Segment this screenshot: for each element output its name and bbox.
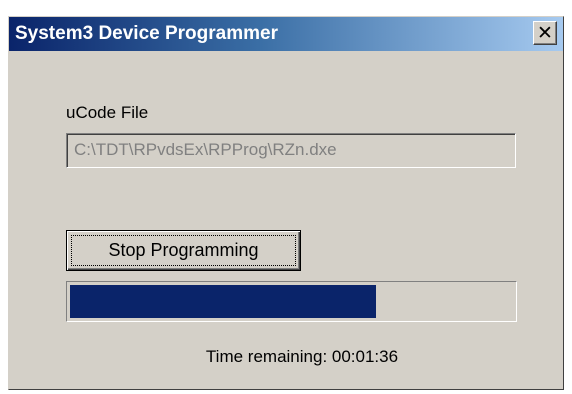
time-remaining-label: Time remaining: <box>205 347 332 366</box>
ucode-file-field: C:\TDT\RPvdsEx\RPProg\RZn.dxe <box>66 133 516 168</box>
programming-progress-bar <box>66 281 517 322</box>
ucode-file-label: uCode File <box>66 103 149 122</box>
close-button[interactable]: ✕ <box>533 21 557 45</box>
programmer-dialog: System3 Device Programmer ✕ uCode File C… <box>8 16 564 390</box>
stop-programming-button[interactable]: Stop Programming <box>66 230 301 271</box>
stop-programming-label: Stop Programming <box>108 240 259 260</box>
progress-fill <box>70 285 376 318</box>
close-icon: ✕ <box>537 22 553 44</box>
time-remaining-value: 00:01:36 <box>331 347 399 366</box>
window-title: System3 Device Programmer <box>15 23 278 44</box>
time-remaining: Time remaining: 00:01:36 <box>9 347 563 367</box>
title-bar[interactable]: System3 Device Programmer ✕ <box>9 17 563 51</box>
